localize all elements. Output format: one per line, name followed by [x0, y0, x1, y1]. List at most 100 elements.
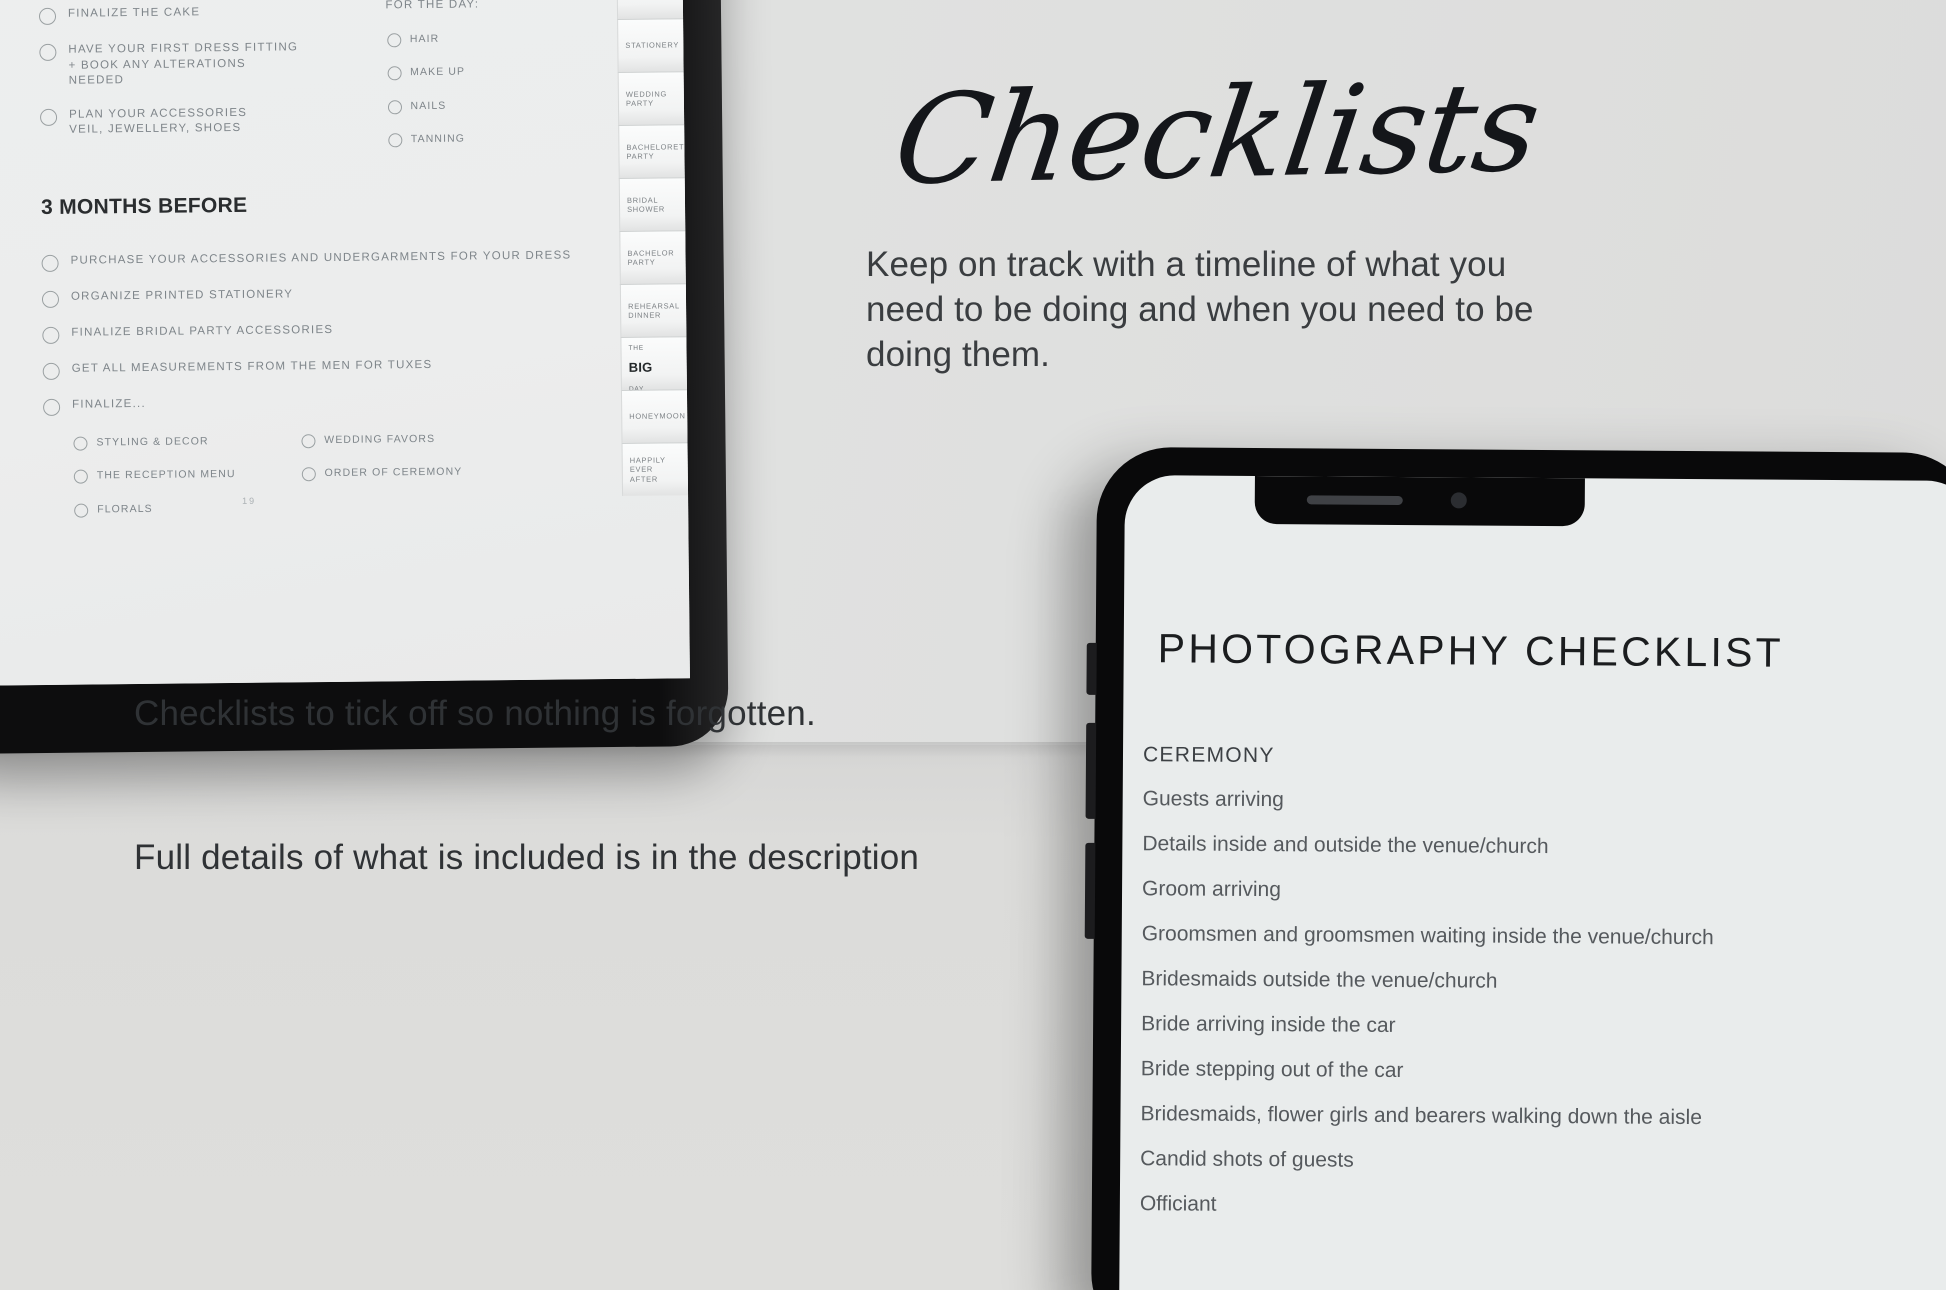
tab-photography[interactable]: PHOTOGRAPHY — [616, 0, 684, 19]
checkbox-circle-icon[interactable] — [38, 7, 57, 26]
checklist-subitem[interactable]: ORDER OF CEREMONY — [301, 465, 463, 482]
tablet-screen[interactable]: THE ADDRESSES YOU NEED FINALIZE THE CAKE… — [0, 0, 690, 686]
checklist-item-label: GET ALL MEASUREMENTS FROM THE MEN FOR TU… — [71, 358, 433, 375]
checklist-item-label: HAVE YOUR FIRST DRESS FITTING + BOOK ANY… — [68, 41, 299, 87]
finalize-sublist-right: WEDDING FAVORS ORDER OF CEREMONY — [301, 431, 463, 533]
checkbox-circle-icon[interactable] — [42, 362, 60, 380]
section-heading: 3 MONTHS BEFORE — [40, 193, 248, 219]
checkbox-circle-icon[interactable] — [73, 436, 88, 451]
tab-the-big-day[interactable]: THE BIG DAY — [620, 336, 687, 392]
phone-list-item[interactable]: Groom arriving — [1142, 875, 1946, 908]
phone-screen[interactable]: PHOTOGRAPHY CHECKLIST CEREMONY Guests ar… — [1118, 475, 1946, 1290]
phone-list-item[interactable]: Bride arriving inside the car — [1141, 1010, 1946, 1043]
tab-label: HONEYMOON — [629, 411, 686, 422]
checkbox-circle-icon[interactable] — [43, 398, 61, 416]
checkbox-circle-icon[interactable] — [74, 503, 89, 518]
tab-label: BACHELOR PARTY — [627, 247, 675, 267]
checklist-item[interactable]: FINALIZE BRIDAL PARTY ACCESSORIES — [42, 319, 622, 344]
tab-label: REHEARSAL DINNER — [628, 300, 680, 320]
phone-list-item[interactable]: Bridesmaids, flower girls and bearers wa… — [1140, 1100, 1946, 1133]
checkbox-circle-icon[interactable] — [301, 433, 316, 448]
checklist-subitem[interactable]: THE RECEPTION MENU — [73, 467, 236, 484]
marketing-copy-line-1: Checklists to tick off so nothing is for… — [134, 694, 816, 733]
tab-label: BRIDAL SHOWER — [626, 195, 666, 214]
checklist-column-left: THE ADDRESSES YOU NEED FINALIZE THE CAKE… — [38, 0, 313, 170]
phone-list-item[interactable]: Details inside and outside the venue/chu… — [1142, 830, 1946, 863]
hero-block: Checklists Keep on track with a timeline… — [866, 56, 1866, 377]
checklist-item[interactable]: FINALIZE THE CAKE — [38, 4, 311, 26]
tab-label: BACHELORETTE PARTY — [626, 141, 690, 161]
phone-list-item[interactable]: Bride stepping out of the car — [1141, 1055, 1946, 1088]
tab-rehearsal-dinner[interactable]: REHEARSAL DINNER — [619, 283, 687, 337]
checklist-subitem[interactable]: MAKE UP — [387, 63, 620, 81]
checkbox-circle-icon[interactable] — [301, 467, 316, 482]
checklist-subitem-label: WEDDING FAVORS — [324, 432, 436, 446]
beauty-appointments-sublist: HAIR MAKE UP NAILS TANNING — [386, 29, 621, 148]
section-items-list: PURCHASE YOUR ACCESSORIES AND UNDERGARME… — [41, 247, 623, 416]
checkbox-circle-icon[interactable] — [73, 469, 88, 484]
checklist-subitem-label: MAKE UP — [410, 65, 466, 79]
checklist-subitem[interactable]: STYLING & DECOR — [73, 433, 235, 451]
checkbox-circle-icon[interactable] — [39, 108, 58, 126]
phone-list-item[interactable]: Guests arriving — [1143, 785, 1946, 818]
phone-list-item[interactable]: Bridesmaids outside the venue/church — [1141, 965, 1946, 998]
checkbox-circle-icon[interactable] — [387, 66, 402, 81]
phone-volume-up-button[interactable] — [1085, 722, 1097, 819]
hero-paragraph: Keep on track with a timeline of what yo… — [866, 245, 1534, 374]
tab-label-group: THE BIG DAY — [628, 334, 652, 394]
phone-checklist: CEREMONY Guests arriving Details inside … — [1140, 743, 1946, 1241]
checklist-item[interactable]: BOOK YOUR BEAUTY APPOINTMENTS FOR THE DA… — [356, 0, 619, 14]
speaker-grille-icon — [1306, 495, 1403, 506]
checklist-subitem-label: STYLING & DECOR — [96, 434, 209, 448]
checklist-item-label: FINALIZE THE CAKE — [67, 6, 201, 20]
checkbox-circle-icon[interactable] — [386, 32, 401, 47]
checklist-document-page[interactable]: THE ADDRESSES YOU NEED FINALIZE THE CAKE… — [0, 0, 690, 686]
phone-mute-switch[interactable] — [1086, 642, 1097, 695]
tab-happily-ever-after[interactable]: HAPPILY EVER AFTER — [621, 442, 689, 496]
front-camera-icon — [1450, 492, 1467, 509]
document-tab-strip[interactable]: CATERING DECORATIONS ENTERTAINMENT PHOTO… — [615, 0, 690, 496]
checklist-subitem-label: THE RECEPTION MENU — [96, 467, 236, 482]
phone-body: PHOTOGRAPHY CHECKLIST CEREMONY Guests ar… — [1084, 446, 1946, 1290]
tab-bachelorette-party[interactable]: BACHELORETTE PARTY — [618, 124, 690, 178]
tab-stationery[interactable]: STATIONERY — [617, 18, 684, 72]
checkbox-circle-icon[interactable] — [387, 133, 402, 148]
checkbox-circle-icon[interactable] — [42, 326, 60, 344]
tab-label: STATIONERY — [625, 40, 680, 51]
checklist-subitem-label: ORDER OF CEREMONY — [324, 465, 463, 480]
tab-wedding-party[interactable]: WEDDING PARTY — [617, 71, 685, 125]
phone-list-item[interactable]: Candid shots of guests — [1140, 1145, 1946, 1178]
checkbox-circle-icon[interactable] — [39, 43, 57, 62]
checklist-subitem[interactable]: FLORALS — [74, 500, 236, 518]
phone-notch — [1254, 475, 1585, 527]
phone-list-item[interactable]: Officiant — [1140, 1190, 1946, 1223]
checklist-item-label: BOOK YOUR BEAUTY APPOINTMENTS FOR THE DA… — [385, 0, 480, 12]
tablet-device: THE ADDRESSES YOU NEED FINALIZE THE CAKE… — [0, 0, 729, 755]
tab-honeymoon[interactable]: HONEYMOON — [620, 389, 688, 443]
tab-label-big: BIG — [628, 359, 653, 375]
phone-list-item[interactable]: Groomsmen and groomsmen waiting inside t… — [1142, 920, 1946, 953]
checklist-subitem[interactable]: WEDDING FAVORS — [301, 431, 462, 448]
checklist-subitem-label: FLORALS — [97, 502, 153, 515]
checklist-item[interactable]: GET ALL MEASUREMENTS FROM THE MEN FOR TU… — [42, 355, 623, 380]
checklist-item[interactable]: PLAN YOUR ACCESSORIES VEIL, JEWELLERY, S… — [39, 105, 312, 139]
checklist-subitem[interactable]: TANNING — [387, 130, 621, 148]
checklist-item[interactable]: HAVE YOUR FIRST DRESS FITTING + BOOK ANY… — [39, 40, 311, 89]
checkbox-circle-icon[interactable] — [41, 254, 59, 272]
page-title: Checklists — [886, 55, 1548, 214]
page-number: 19 — [242, 495, 257, 506]
checkbox-circle-icon[interactable] — [387, 99, 402, 114]
phone-volume-down-button[interactable] — [1084, 842, 1096, 939]
checklist-document-body: THE ADDRESSES YOU NEED FINALIZE THE CAKE… — [38, 0, 625, 536]
checklist-subitem[interactable]: HAIR — [386, 29, 620, 47]
tab-bachelor-party[interactable]: BACHELOR PARTY — [619, 230, 686, 284]
phone-device: PHOTOGRAPHY CHECKLIST CEREMONY Guests ar… — [1084, 446, 1946, 1290]
checklist-item[interactable]: PURCHASE YOUR ACCESSORIES AND UNDERGARME… — [41, 247, 621, 272]
marketing-copy-line-2: Full details of what is included is in t… — [134, 838, 920, 877]
checklist-subitem[interactable]: NAILS — [387, 96, 620, 114]
checklist-item[interactable]: ORGANIZE PRINTED STATIONERY — [41, 283, 622, 308]
checkbox-circle-icon[interactable] — [41, 290, 60, 308]
tab-bridal-shower[interactable]: BRIDAL SHOWER — [618, 177, 686, 231]
checklist-subitem-label: TANNING — [410, 132, 466, 146]
checklist-item[interactable]: FINALIZE... — [43, 391, 623, 416]
